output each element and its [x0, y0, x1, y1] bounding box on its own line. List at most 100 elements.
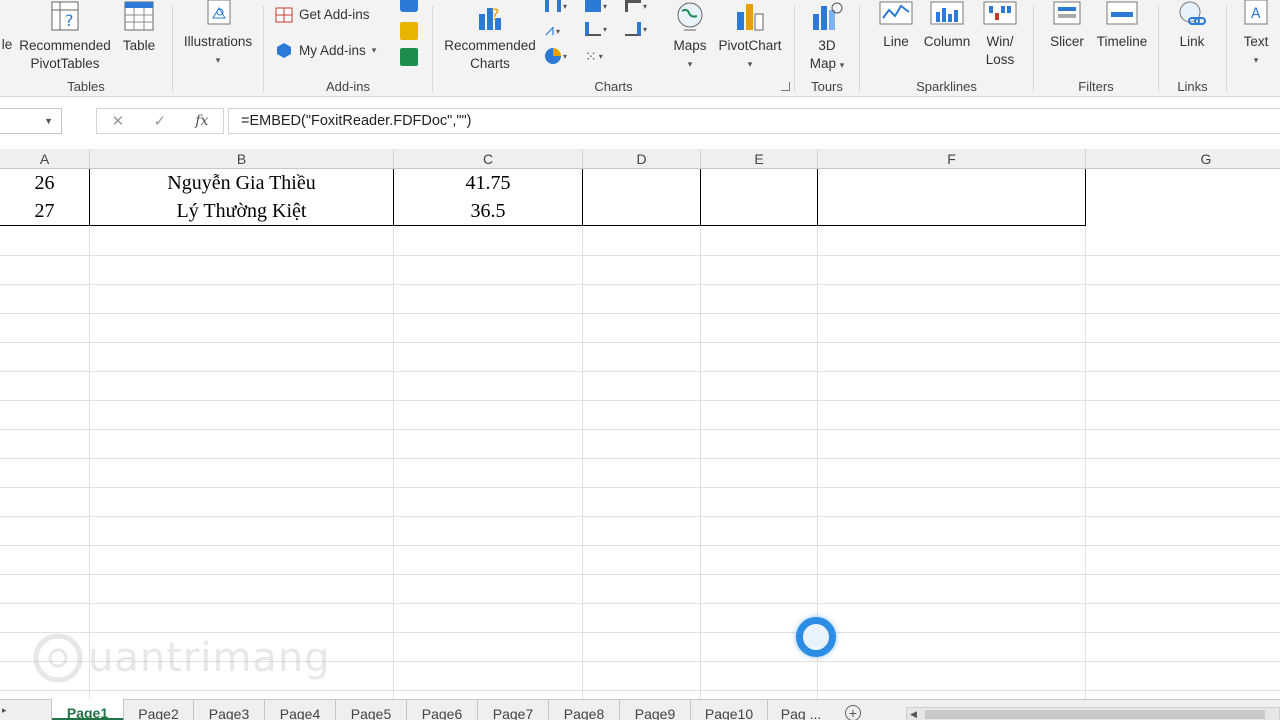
line-chart-button[interactable]: ⩘ ▾ [545, 22, 560, 40]
sparkline-line-label: Line [883, 34, 909, 49]
formula-input[interactable]: =EMBED("FoxitReader.FDFDoc","") [228, 108, 1280, 134]
group-tours: 3D Map ▾ Tours [795, 0, 859, 96]
gridline [0, 516, 1280, 517]
cell-a[interactable]: 27 [0, 197, 90, 226]
waterfall-chart-button[interactable]: ▾ [625, 0, 647, 12]
text-button[interactable]: A Text ▾ [1235, 0, 1277, 69]
cell-f[interactable] [818, 169, 1086, 198]
recommended-charts-button[interactable]: ? Recommended Charts [441, 0, 539, 73]
statistic-chart-button[interactable]: ▾ [585, 22, 607, 36]
column-header-d[interactable]: D [583, 149, 701, 169]
sparkline-line-button[interactable]: Line [876, 0, 916, 51]
group-text: A Text ▾ [1227, 0, 1280, 96]
cell-c[interactable]: 41.75 [394, 169, 583, 198]
enter-icon[interactable]: ✓ [153, 112, 166, 130]
recommended-charts-label-2: Charts [470, 56, 510, 71]
recommended-pivottables-button[interactable]: ? Recommended PivotTables [16, 0, 114, 73]
scatter-chart-button[interactable]: ⁙ ▾ [585, 48, 603, 65]
gridline [0, 574, 1280, 575]
people-graph-icon[interactable] [400, 48, 418, 66]
gridline [393, 169, 394, 699]
bing-maps-icon[interactable] [400, 0, 418, 12]
scrollbar-thumb[interactable] [925, 710, 1265, 719]
cell-e[interactable] [701, 169, 818, 198]
my-addins-button[interactable]: My Add-ins ▾ [275, 41, 376, 59]
sparkline-column-label: Column [923, 34, 971, 49]
sheet-tab-page8[interactable]: Page8 [549, 700, 620, 720]
watermark-text: uantrimang [88, 635, 331, 681]
sheet-tab-page5[interactable]: Page5 [336, 700, 407, 720]
column-header-b[interactable]: B [90, 149, 394, 169]
combo-chart-button[interactable]: ▾ [625, 22, 647, 36]
cell-c[interactable]: 36.5 [394, 197, 583, 226]
sheet-tab-page7[interactable]: Page7 [478, 700, 549, 720]
text-box-icon: A [1244, 0, 1268, 25]
3d-map-button[interactable]: 3D Map ▾ [803, 0, 851, 74]
cancel-icon[interactable]: ✕ [112, 112, 125, 130]
waterfall-chart-icon [625, 0, 641, 12]
column-header-e[interactable]: E [701, 149, 818, 169]
maps-button[interactable]: Maps ▾ [671, 0, 709, 73]
pivotchart-icon [737, 4, 764, 31]
pivotchart-label: PivotChart [718, 38, 782, 53]
gridline [0, 429, 1280, 430]
column-header-a[interactable]: A [0, 149, 90, 169]
3d-map-label-1: 3D [818, 38, 836, 53]
cell-d[interactable] [583, 197, 701, 226]
sheet-tab-more[interactable]: Pag ... [768, 700, 834, 720]
table-label: Table [122, 38, 156, 53]
text-label: Text [1243, 34, 1269, 49]
pivotchart-button[interactable]: PivotChart ▾ [715, 0, 785, 73]
column-chart-dropdown-icon: ▾ [563, 1, 568, 11]
sheet-nav-left-icon[interactable]: ▸ [2, 705, 7, 716]
group-label-links: Links [1177, 79, 1208, 94]
link-button[interactable]: Link [1171, 0, 1213, 51]
sheet-tab-page10[interactable]: Page10 [691, 700, 768, 720]
statistic-chart-icon [585, 22, 601, 36]
sheet-tab-page3[interactable]: Page3 [194, 700, 265, 720]
column-chart-button[interactable]: ▾ [545, 0, 567, 12]
line-chart-dropdown-icon: ▾ [556, 26, 561, 36]
column-header-c[interactable]: C [394, 149, 583, 169]
get-addins-button[interactable]: Get Add-ins [275, 5, 370, 23]
pie-chart-button[interactable]: ▾ [545, 48, 567, 64]
cell-a[interactable]: 26 [0, 169, 90, 198]
horizontal-scrollbar[interactable]: ◀ [906, 707, 1280, 720]
cell-e[interactable] [701, 197, 818, 226]
power-bi-icon[interactable] [400, 22, 418, 40]
worksheet-grid[interactable]: 26 Nguyễn Gia Thiều 41.75 27 Lý Thường K… [0, 169, 1280, 699]
illustrations-button[interactable]: Illustrations ▾ [179, 0, 257, 69]
column-header-f[interactable]: F [818, 149, 1086, 169]
sparkline-column-button[interactable]: Column [922, 0, 972, 51]
name-box[interactable]: ▼ [0, 108, 62, 134]
sheet-tab-page6[interactable]: Page6 [407, 700, 478, 720]
column-header-g[interactable]: G [1086, 149, 1280, 169]
cell-f[interactable] [818, 197, 1086, 226]
sparkline-winloss-button[interactable]: Win/ Loss [978, 0, 1022, 69]
combo-chart-icon [625, 22, 641, 36]
cell-d[interactable] [583, 169, 701, 198]
link-icon [1179, 1, 1206, 25]
timeline-label: Timeline [1096, 34, 1148, 49]
partial-button[interactable]: le [0, 36, 14, 54]
scroll-left-icon[interactable]: ◀ [910, 709, 917, 720]
group-filters: Slicer Timeline Filters [1034, 0, 1158, 96]
cell-b[interactable]: Lý Thường Kiệt [90, 197, 394, 226]
sheet-nav-arrows[interactable]: ▸ [0, 700, 52, 720]
slicer-button[interactable]: Slicer [1046, 0, 1088, 51]
table-button[interactable]: Table [118, 0, 160, 55]
gridline [0, 400, 1280, 401]
charts-dialog-launcher-icon[interactable] [781, 82, 790, 91]
cell-b[interactable]: Nguyễn Gia Thiều [90, 169, 394, 198]
insert-function-icon[interactable]: fx [195, 113, 208, 129]
add-sheet-icon[interactable]: + [845, 705, 861, 720]
timeline-button[interactable]: Timeline [1092, 0, 1152, 51]
sheet-tab-page2[interactable]: Page2 [124, 700, 194, 720]
sheet-tab-page1[interactable]: Page1 [52, 699, 124, 720]
my-addins-dropdown-icon: ▾ [371, 44, 377, 55]
name-box-dropdown-icon[interactable]: ▼ [44, 116, 53, 126]
sheet-tab-page4[interactable]: Page4 [265, 700, 336, 720]
sheet-tab-page9[interactable]: Page9 [620, 700, 691, 720]
hierarchy-chart-button[interactable]: ▾ [585, 0, 607, 12]
gridline [0, 371, 1280, 372]
